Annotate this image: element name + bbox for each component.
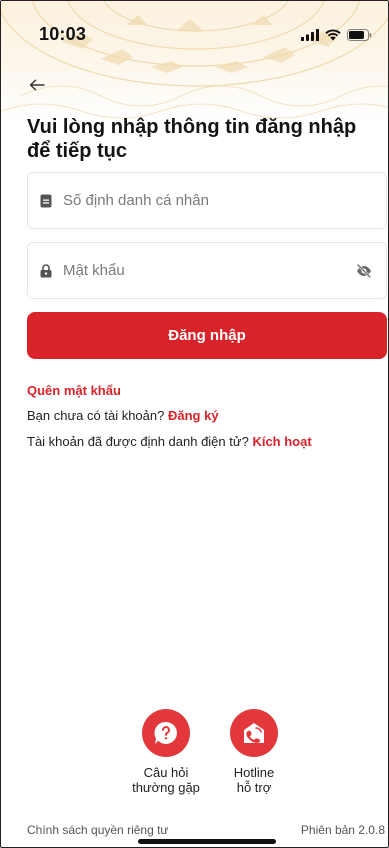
header-decoration — [1, 1, 388, 121]
no-account-text: Bạn chưa có tài khoản? — [27, 408, 165, 423]
login-button[interactable]: Đăng nhập — [27, 312, 387, 359]
wifi-icon — [325, 29, 341, 41]
register-link[interactable]: Đăng ký — [168, 408, 219, 423]
password-input[interactable] — [63, 243, 354, 298]
question-bubble-icon — [142, 709, 190, 757]
hotline-icon — [230, 709, 278, 757]
page-title: Vui lòng nhập thông tin đăng nhập để tiế… — [27, 116, 357, 162]
password-field[interactable] — [27, 242, 387, 299]
lock-icon — [39, 263, 53, 278]
id-number-input[interactable] — [63, 173, 386, 228]
faq-label-line2: thường gặp — [132, 780, 200, 795]
faq-label-line1: Câu hỏi — [143, 765, 189, 780]
status-bar: 10:03 — [1, 21, 388, 49]
version-text: Phiên bản 2.0.8 — [300, 823, 385, 837]
hotline-label-line2: hỗ trợ — [236, 780, 272, 795]
id-number-field[interactable] — [27, 172, 387, 229]
activate-line: Tài khoản đã được định danh điện tử? Kíc… — [27, 434, 312, 449]
status-time: 10:03 — [39, 24, 87, 44]
id-card-icon — [39, 194, 53, 208]
back-arrow-icon — [29, 79, 45, 91]
forgot-password-link[interactable]: Quên mật khẩu — [27, 383, 121, 398]
home-indicator[interactable] — [138, 839, 276, 844]
privacy-policy-link[interactable]: Chính sách quyền riêng tư — [27, 823, 168, 837]
activate-link[interactable]: Kích hoạt — [252, 434, 311, 449]
register-line: Bạn chưa có tài khoản? Đăng ký — [27, 408, 219, 423]
drum-pattern-decoration — [1, 1, 388, 119]
status-icons — [301, 27, 372, 43]
faq-button[interactable]: Câu hỏi thường gặp — [116, 709, 216, 795]
faq-label: Câu hỏi thường gặp — [116, 765, 216, 795]
hotline-label-line1: Hotline — [233, 765, 275, 780]
identified-text: Tài khoản đã được định danh điện tử? — [27, 434, 249, 449]
hotline-button[interactable]: Hotline hỗ trợ — [204, 709, 304, 795]
eye-slash-icon[interactable] — [354, 261, 374, 281]
signal-icon — [301, 29, 319, 41]
login-screen: 10:03 Vui lòng nhập thông tin đăng nhập … — [0, 0, 389, 848]
back-button[interactable] — [29, 75, 51, 95]
battery-icon — [347, 29, 372, 41]
hotline-label: Hotline hỗ trợ — [204, 765, 304, 795]
